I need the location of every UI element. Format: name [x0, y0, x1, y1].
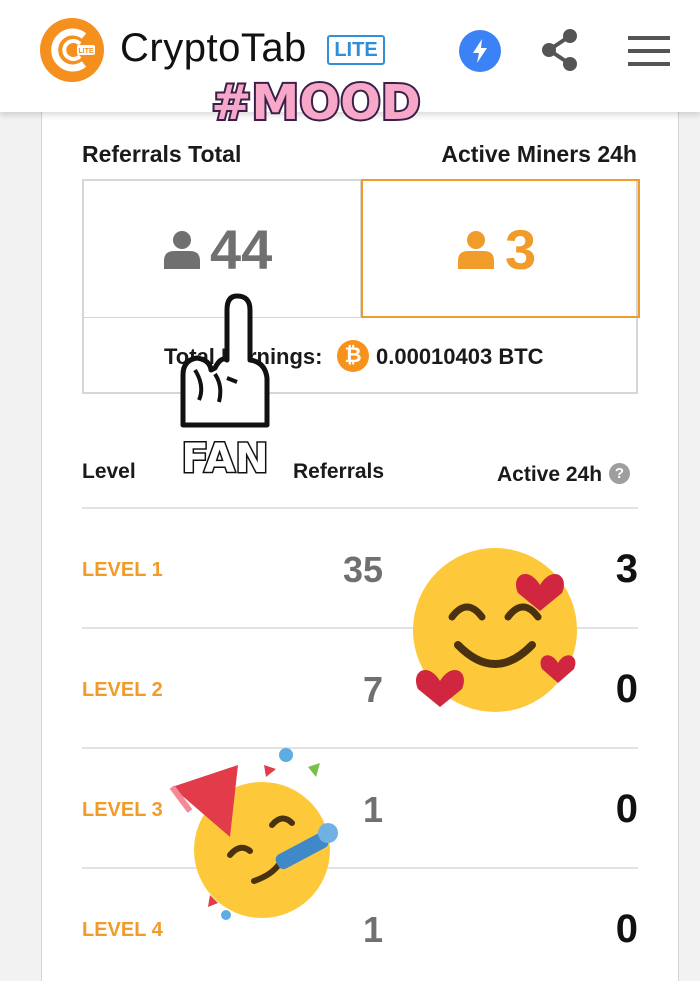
level-label: LEVEL 4 [82, 919, 163, 941]
smiling-hearts-emoji-icon [413, 548, 577, 712]
referrals-total-value: 44 [210, 218, 273, 281]
active-column-header: Active 24h [497, 463, 603, 486]
user-icon [164, 231, 200, 269]
active-count: 0 [615, 787, 638, 831]
cryptotab-logo-icon[interactable]: LITE [40, 18, 104, 82]
active-miners-value: 3 [505, 218, 537, 281]
mood-sticker-text: #MOOD [211, 75, 420, 130]
referrals-column-header: Referrals [293, 460, 385, 483]
party-face-emoji-icon [169, 748, 338, 920]
help-icon[interactable]: ? [609, 463, 630, 484]
referrals-count: 35 [342, 549, 383, 590]
level-label: LEVEL 3 [82, 799, 163, 821]
app-title: CryptoTab [120, 26, 307, 70]
referrals-count: 1 [362, 789, 383, 830]
user-icon [458, 231, 494, 269]
svg-text:LITE: LITE [78, 48, 93, 55]
level-column-header: Level [82, 460, 136, 483]
table-row: LEVEL 4 1 0 [82, 867, 638, 981]
active-count: 0 [615, 907, 638, 951]
referrals-total-label: Referrals Total [82, 141, 242, 167]
lite-badge: LITE [327, 35, 385, 65]
active-count: 3 [615, 547, 638, 591]
bolt-button[interactable] [459, 30, 501, 72]
fan-sticker-text: FAN [181, 436, 268, 482]
level-label: LEVEL 2 [82, 679, 163, 701]
referrals-count: 7 [362, 669, 383, 710]
bolt-icon [473, 39, 487, 63]
bitcoin-icon: ₿ [337, 340, 369, 372]
level-label: LEVEL 1 [82, 559, 163, 581]
total-earnings-row: Total Earnings: ₿ 0.00010403 BTC [84, 318, 636, 394]
stats-box: 44 3 Total Earnings: ₿ 0.00010403 BTC [82, 179, 640, 394]
table-row: LEVEL 3 1 0 [82, 747, 638, 867]
share-icon[interactable] [540, 28, 580, 72]
active-count: 0 [615, 667, 638, 711]
total-earnings-value: 0.00010403 BTC [376, 344, 544, 369]
active-miners-tile[interactable]: 3 [361, 179, 640, 318]
menu-icon[interactable] [628, 36, 670, 66]
active-miners-label: Active Miners 24h [441, 141, 637, 167]
foam-finger-sticker: FAN [180, 293, 270, 484]
mood-sticker: #MOOD [209, 73, 422, 130]
referrals-count: 1 [362, 909, 383, 950]
